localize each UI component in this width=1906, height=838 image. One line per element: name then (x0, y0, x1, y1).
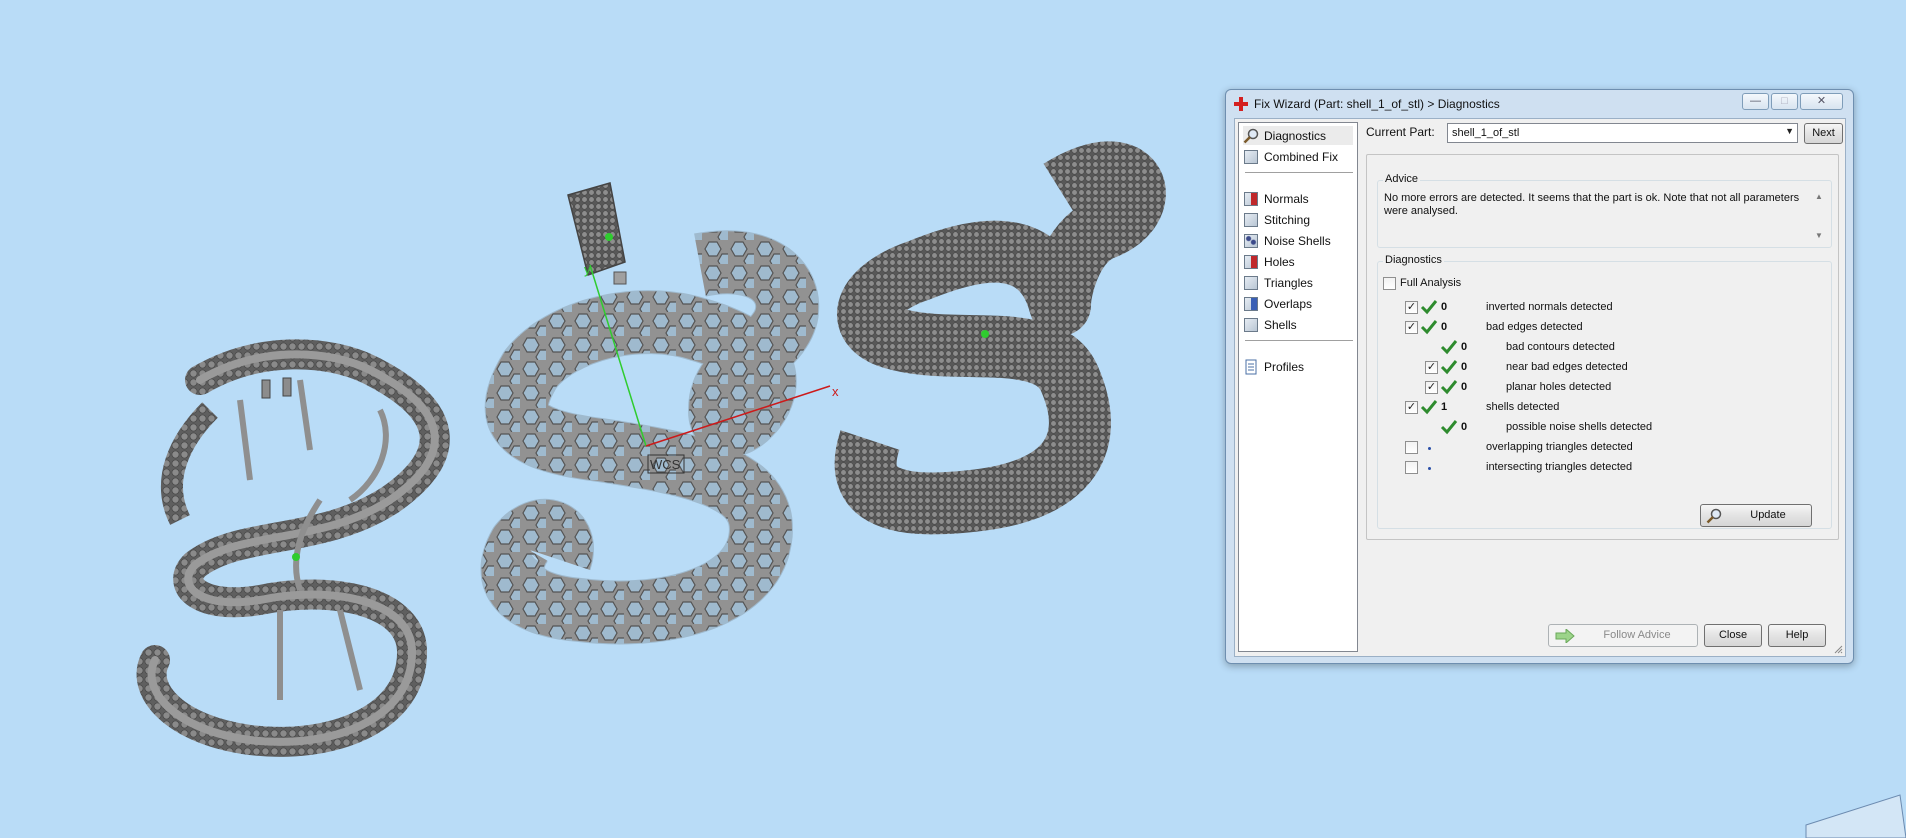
scroll-up-icon[interactable]: ▲ (1815, 192, 1823, 201)
nav-item-diagnostics[interactable]: Diagnostics (1243, 126, 1353, 145)
pending-dot-icon (1428, 467, 1431, 470)
bail-part[interactable] (567, 182, 627, 285)
full-analysis-checkbox[interactable] (1383, 277, 1396, 290)
advice-scrollbar[interactable]: ▲ ▼ (1813, 192, 1827, 240)
resize-grip-icon[interactable] (1833, 644, 1843, 654)
noise-shells-label: possible noise shells detected (1506, 421, 1653, 433)
noise-shells-count: 0 (1461, 421, 1468, 433)
near-bad-edges-count: 0 (1461, 361, 1468, 373)
bad-contours-label: bad contours detected (1506, 341, 1615, 353)
shells-count: 1 (1441, 401, 1448, 413)
check-mark-icon (1440, 380, 1458, 395)
check-mark-icon (1440, 340, 1458, 355)
planar-holes-label: planar holes detected (1506, 381, 1612, 393)
check-mark-icon (1440, 420, 1458, 435)
current-part-select[interactable]: shell_1_of_stl ▼ (1447, 123, 1798, 143)
advice-group: Advice No more errors are detected. It s… (1377, 173, 1832, 248)
pending-dot-icon (1428, 447, 1431, 450)
stitching-cube-icon (1243, 212, 1259, 228)
check-mark-icon (1420, 400, 1438, 415)
nav-item-triangles[interactable]: Triangles (1243, 273, 1353, 292)
check-mark-icon (1420, 300, 1438, 315)
advice-text: No more errors are detected. It seems th… (1384, 192, 1816, 242)
wcs-label: WCS (650, 457, 681, 472)
intersecting-triangles-label: intersecting triangles detected (1486, 461, 1633, 473)
inverted-normals-checkbox[interactable]: ✓ (1405, 301, 1418, 314)
current-part-label: Current Part: (1366, 125, 1435, 139)
bad-edges-count: 0 (1441, 321, 1448, 333)
help-button[interactable]: Help (1768, 624, 1826, 647)
follow-advice-button[interactable]: Follow Advice (1548, 624, 1698, 647)
diagnostics-title: Diagnostics (1383, 254, 1444, 266)
chevron-down-icon: ▼ (1785, 126, 1794, 136)
axis-x-label: x (832, 384, 839, 399)
full-analysis-label: Full Analysis (1400, 277, 1462, 289)
update-button[interactable]: Update (1700, 504, 1812, 527)
fix-wizard-dialog: Fix Wizard (Part: shell_1_of_stl) > Diag… (1225, 89, 1854, 664)
nav-item-shells[interactable]: Shells (1243, 315, 1353, 334)
normals-cube-icon (1243, 191, 1259, 207)
inverted-normals-label: inverted normals detected (1486, 301, 1613, 313)
wizard-nav: Diagnostics Combined Fix Normals Stitchi… (1238, 122, 1358, 652)
nav-separator (1245, 340, 1353, 341)
nav-item-profiles[interactable]: Profiles (1243, 357, 1353, 376)
shells-cube-icon (1243, 317, 1259, 333)
bad-contours-count: 0 (1461, 341, 1468, 353)
shells-label: shells detected (1486, 401, 1560, 413)
nav-separator (1245, 172, 1353, 173)
check-mark-icon (1440, 360, 1458, 375)
right-s-part[interactable] (834, 141, 1166, 535)
magnifier-icon (1243, 128, 1259, 143)
corner-sheet (1805, 794, 1906, 838)
near-bad-edges-label: near bad edges detected (1506, 361, 1628, 373)
bad-edges-label: bad edges detected (1486, 321, 1583, 333)
close-window-button[interactable]: ✕ (1800, 93, 1843, 110)
next-button[interactable]: Next (1804, 123, 1843, 144)
dialog-client: Diagnostics Combined Fix Normals Stitchi… (1234, 118, 1846, 657)
cube-icon (1243, 149, 1259, 165)
nav-item-combined-fix[interactable]: Combined Fix (1243, 147, 1353, 166)
shells-checkbox[interactable]: ✓ (1405, 401, 1418, 414)
overlapping-triangles-label: overlapping triangles detected (1486, 441, 1633, 453)
nav-item-normals[interactable]: Normals (1243, 189, 1353, 208)
scroll-down-icon[interactable]: ▼ (1815, 231, 1823, 240)
intersecting-triangles-checkbox[interactable] (1405, 461, 1418, 474)
maximize-button[interactable]: □ (1771, 93, 1798, 110)
arrow-right-icon (1555, 629, 1575, 643)
dialog-titlebar[interactable]: Fix Wizard (Part: shell_1_of_stl) > Diag… (1226, 90, 1853, 118)
current-part-value: shell_1_of_stl (1452, 127, 1520, 139)
advice-title: Advice (1383, 173, 1421, 185)
middle-s-part[interactable] (480, 230, 820, 645)
dialog-title: Fix Wizard (Part: shell_1_of_stl) > Diag… (1254, 97, 1500, 111)
magnifier-icon (1706, 508, 1722, 524)
triangles-cube-icon (1243, 275, 1259, 291)
follow-advice-label: Follow Advice (1603, 629, 1671, 641)
planar-holes-count: 0 (1461, 381, 1468, 393)
diagnostics-panel: Advice No more errors are detected. It s… (1366, 154, 1839, 540)
overlaps-cube-icon (1243, 296, 1259, 312)
holes-cube-icon (1243, 254, 1259, 270)
axis-y-label: y (584, 262, 591, 277)
update-label: Update (1750, 509, 1786, 521)
bad-edges-checkbox[interactable]: ✓ (1405, 321, 1418, 334)
planar-holes-checkbox[interactable]: ✓ (1425, 381, 1438, 394)
noise-shells-icon (1243, 233, 1259, 249)
minimize-button[interactable]: — (1742, 93, 1769, 110)
nav-item-holes[interactable]: Holes (1243, 252, 1353, 271)
nav-item-noise-shells[interactable]: Noise Shells (1243, 231, 1353, 250)
check-mark-icon (1420, 320, 1438, 335)
medical-cross-icon (1234, 97, 1248, 111)
overlapping-triangles-checkbox[interactable] (1405, 441, 1418, 454)
close-button[interactable]: Close (1704, 624, 1762, 647)
left-s-part[interactable] (136, 339, 450, 757)
document-icon (1245, 359, 1257, 374)
near-bad-edges-checkbox[interactable]: ✓ (1425, 361, 1438, 374)
nav-item-overlaps[interactable]: Overlaps (1243, 294, 1353, 313)
nav-item-stitching[interactable]: Stitching (1243, 210, 1353, 229)
inverted-normals-count: 0 (1441, 301, 1448, 313)
diagnostics-group: Diagnostics Full Analysis ✓ 0 inverted n… (1377, 254, 1832, 529)
